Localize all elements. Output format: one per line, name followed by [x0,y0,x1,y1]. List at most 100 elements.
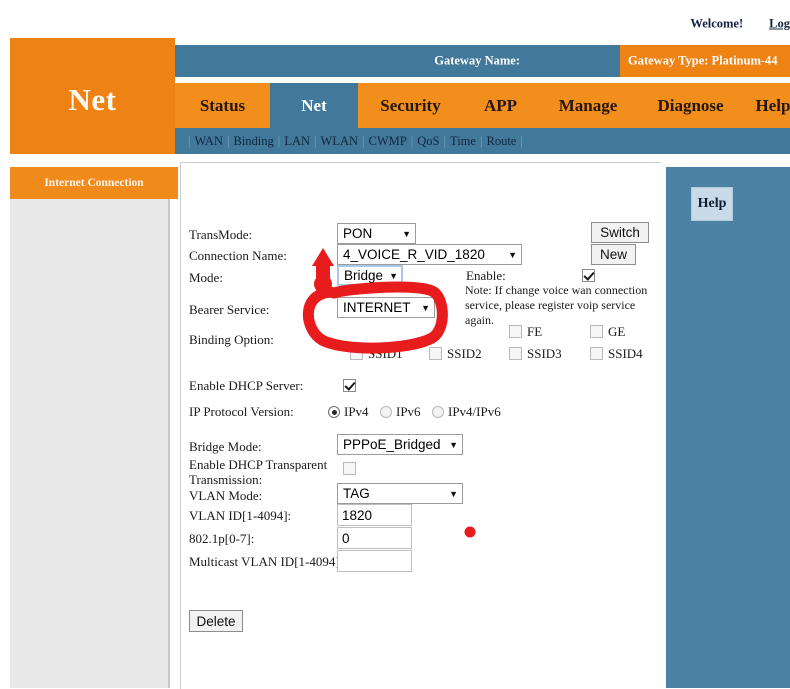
label-trans-mode: TransMode: [189,227,253,242]
subnav-separator: | [314,134,317,148]
binding-checkbox-ssid4[interactable] [590,347,603,360]
ip-protocol-radio-ipv6[interactable] [380,406,392,418]
label-connection-name: Connection Name: [189,248,287,263]
gateway-type-box: Gateway Type: Platinum-44 [620,45,790,77]
top-welcome-inner: Welcome! Log [690,17,790,32]
label-ipv4-ipv6: IPv4/IPv6 [448,404,501,419]
label-ipv6: IPv6 [396,404,421,419]
mode-select[interactable]: Bridge ▼ [337,265,403,286]
subnav-separator: | [443,134,447,148]
label-ipv4: IPv4 [344,404,369,419]
label-fe: FE [527,324,543,339]
subnav-separator: | [362,134,365,148]
subnav-item-route[interactable]: Route [486,134,516,148]
label-binding-option: Binding Option: [189,332,274,347]
binding-checkbox-ge[interactable] [590,325,603,338]
new-button[interactable]: New [591,244,636,265]
nav-item-app[interactable]: APP [463,83,538,128]
nav-item-status[interactable]: Status [175,83,270,128]
label-ssid3: SSID3 [527,346,562,361]
pbit-input[interactable] [337,527,412,549]
sub-navigation: | WAN | Binding | LAN | WLAN | CWMP | QoS | Time | Rout… [175,128,790,154]
bearer-service-select-value[interactable]: INTERNET [337,297,435,318]
ip-protocol-radio-ipv4-ipv6[interactable] [432,406,444,418]
subnav-separator: | [520,134,523,148]
sidebar-item-internet-connection[interactable]: Internet Connection [10,167,178,199]
nav-item-manage[interactable]: Manage [538,83,638,128]
trans-mode-select[interactable]: PON ▼ [337,223,416,244]
label-ssid2: SSID2 [447,346,482,361]
nav-item-help[interactable]: Help [743,83,790,128]
gateway-type-label: Gateway Type: Platinum-44 [628,53,778,68]
mode-select-value[interactable]: Bridge [337,265,403,286]
nav-item-net[interactable]: Net [270,83,358,128]
label-mode: Mode: [189,270,223,285]
brand-logo-box: Net [10,38,175,154]
label-enable-dhcp-server: Enable DHCP Server: [189,378,304,393]
binding-checkbox-ssid2[interactable] [429,347,442,360]
subnav-item-cwmp[interactable]: CWMP [369,134,407,148]
brand-logo-text: Net [68,82,117,117]
dhcp-transparent-checkbox[interactable] [343,462,356,475]
help-button[interactable]: Help [691,187,733,221]
bearer-service-select[interactable]: INTERNET ▼ [337,297,435,318]
trans-mode-select-value[interactable]: PON [337,223,416,244]
binding-checkbox-ssid3[interactable] [509,347,522,360]
delete-button[interactable]: Delete [189,610,243,632]
top-welcome-strip: Welcome! Log [0,0,790,38]
nav-item-diagnose[interactable]: Diagnose [638,83,743,128]
switch-button[interactable]: Switch [591,222,649,243]
sub-navigation-inner: | WAN | Binding | LAN | WLAN | CWMP | QoS | Time | Rout… [184,128,527,154]
nav-item-security[interactable]: Security [358,83,463,128]
vlan-mode-select[interactable]: TAG ▼ [337,483,463,504]
logout-link[interactable]: Log [769,17,790,31]
label-bridge-mode: Bridge Mode: [189,439,262,454]
gateway-name-label: Gateway Name: [434,53,520,68]
wan-connection-form: TransMode: PON ▼ Connection Name: 4_VOIC… [181,163,661,689]
subnav-item-lan[interactable]: LAN [284,134,310,148]
page-body: Internet Connection TransMode: PON ▼ Con… [0,154,790,689]
right-help-panel: Help [666,167,790,688]
subnav-separator: | [479,134,483,148]
label-multicast-vlan-id: Multicast VLAN ID[1-4094]: [189,554,344,569]
subnav-item-time[interactable]: Time [450,134,476,148]
subnav-separator: | [188,134,191,148]
gateway-info-bar: Gateway Name: Gateway Type: Platinum-44 [175,45,790,77]
label-vlan-mode: VLAN Mode: [189,488,263,503]
connection-name-select[interactable]: 4_VOICE_R_VID_1820 ▼ [337,244,522,265]
subnav-item-binding[interactable]: Binding [234,134,274,148]
label-dhcp-transparent-line1: Enable DHCP Transparent [189,457,328,472]
subnav-item-qos[interactable]: QoS [417,134,439,148]
binding-checkbox-fe[interactable] [509,325,522,338]
binding-checkbox-ssid1[interactable] [350,347,363,360]
sidebar: Internet Connection [10,167,178,688]
label-bearer-service: Bearer Service: [189,302,270,317]
content-panel: TransMode: PON ▼ Connection Name: 4_VOIC… [180,162,661,689]
subnav-item-wlan[interactable]: WLAN [321,134,359,148]
bridge-mode-select[interactable]: PPPoE_Bridged ▼ [337,434,463,455]
label-vlan-id: VLAN ID[1-4094]: [189,508,292,523]
vlan-mode-select-value[interactable]: TAG [337,483,463,504]
label-ssid4: SSID4 [608,346,643,361]
subnav-item-wan[interactable]: WAN [195,134,223,148]
label-enable: Enable: [466,268,506,283]
label-802-1p: 802.1p[0-7]: [189,531,255,546]
ip-protocol-radio-ipv4[interactable] [328,406,340,418]
label-dhcp-transparent-line2: Transmission: [189,472,263,487]
label-ip-protocol-version: IP Protocol Version: [189,404,294,419]
subnav-separator: | [410,134,414,148]
label-ge: GE [608,324,626,339]
voip-note-text: Note: If change voice wan connection ser… [465,283,648,327]
enable-dhcp-server-checkbox[interactable] [343,379,356,392]
enable-checkbox[interactable] [582,269,595,282]
main-navigation: Status Net Security APP Manage Diagnose … [175,83,790,128]
label-ssid1: SSID1 [368,346,403,361]
header-band: Gateway Name: Gateway Type: Platinum-44 … [0,38,790,154]
connection-name-select-value[interactable]: 4_VOICE_R_VID_1820 [337,244,522,265]
bridge-mode-select-value[interactable]: PPPoE_Bridged [337,434,463,455]
subnav-separator: | [226,134,230,148]
multicast-vlan-id-input[interactable] [337,550,412,572]
vlan-id-input[interactable] [337,504,412,526]
welcome-text: Welcome! [690,16,744,31]
subnav-separator: | [277,134,281,148]
